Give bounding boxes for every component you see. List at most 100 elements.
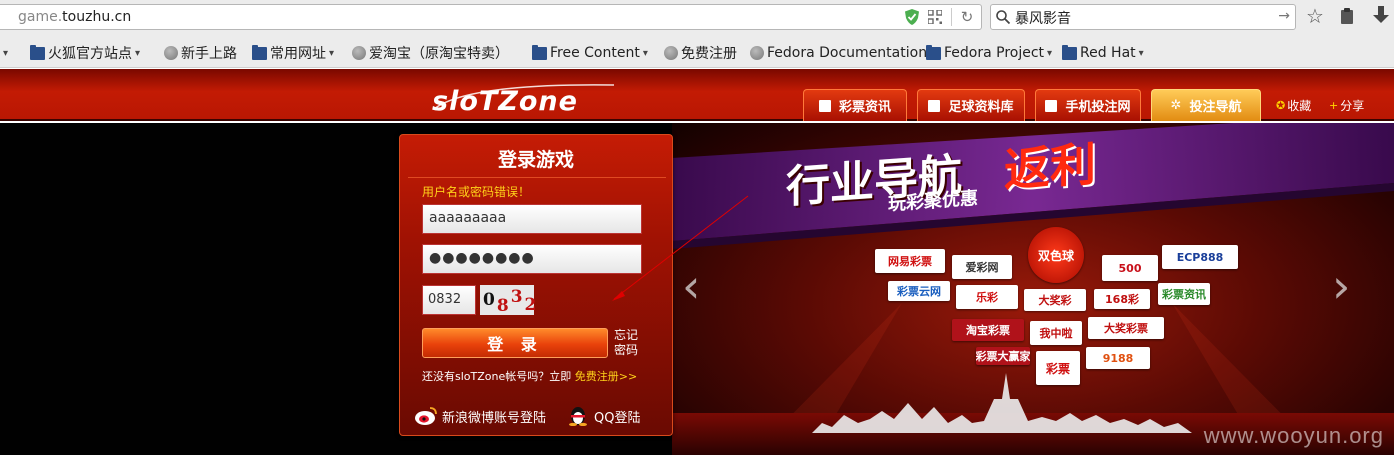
list-icon — [818, 99, 831, 112]
main-stage: 行业导航 返利 玩彩聚优惠 网易彩票 爱彩网 双色球 500 ECP888 彩票云网 乐彩大… — [0, 123, 1394, 455]
doc-icon — [928, 99, 941, 112]
partner-logo[interactable]: 彩票 — [1036, 351, 1080, 385]
qq-penguin-icon — [569, 407, 587, 426]
partner-logo[interactable]: 网易彩票 — [875, 249, 945, 273]
bookmark-item[interactable]: 常用网址 ▾ — [252, 44, 334, 62]
url-bar-separator — [951, 8, 952, 26]
banner-headline-accent: 返利 — [1004, 136, 1096, 198]
gear-icon: ✲ — [1170, 97, 1182, 113]
clipboard-icon[interactable] — [1340, 8, 1354, 24]
browser-toolbar: game.touzhu.cn ↻ 暴风影音 → ☆ — [0, 0, 1394, 36]
nav-tab[interactable]: 足球资料库 — [917, 89, 1025, 121]
download-icon[interactable] — [1373, 6, 1389, 26]
nav-tab[interactable]: ✲ 投注导航 — [1151, 89, 1261, 121]
partner-logo[interactable]: 彩票大赢家 — [976, 347, 1030, 365]
nav-tab-label: 足球资料库 — [948, 100, 1014, 115]
nav-tab[interactable]: 手机投注网 — [1035, 89, 1141, 121]
partner-logo[interactable]: 淘宝彩票 — [952, 319, 1024, 341]
globe-icon — [352, 46, 366, 60]
nav-tab[interactable]: 彩票资讯 — [803, 89, 907, 121]
search-icon — [996, 10, 1011, 25]
bookmark-item[interactable]: 新手上路 — [164, 44, 237, 62]
partner-logo[interactable]: 双色球 — [1028, 227, 1084, 283]
search-bar[interactable]: 暴风影音 → — [990, 4, 1296, 30]
folder-icon — [532, 44, 547, 60]
bookmark-star-icon[interactable]: ☆ — [1306, 5, 1328, 27]
weibo-login-link[interactable]: 新浪微博账号登陆 — [414, 406, 546, 426]
bookmark-label: 爱淘宝（原淘宝特卖） — [369, 46, 509, 62]
bookmark-item[interactable]: Free Content ▾ — [532, 44, 648, 62]
password-field[interactable]: ●●●●●●●● — [422, 244, 642, 274]
bookmark-item[interactable]: Fedora Documentation — [750, 44, 927, 62]
register-link[interactable]: 免费注册>> — [575, 370, 637, 383]
bookmark-item[interactable]: Red Hat ▾ — [1062, 44, 1144, 62]
bookmark-item[interactable]: 爱淘宝（原淘宝特卖） — [352, 44, 509, 62]
folder-icon — [1062, 44, 1077, 60]
captcha-char: 8 — [496, 296, 509, 316]
search-input[interactable]: 暴风影音 — [1015, 8, 1071, 28]
folder-icon — [926, 44, 941, 60]
chevron-down-icon: ▾ — [642, 47, 648, 59]
bookmark-label: 新手上路 — [181, 46, 237, 62]
site-header: sloTZone 彩票资讯 足球资料库 手机投注网 ✲ 投注导航 ✪ 收藏 + 分享 — [0, 69, 1394, 121]
chevron-down-icon: ▾ — [329, 47, 335, 59]
partner-logo[interactable]: 我中啦 — [1030, 321, 1082, 345]
banner-next-arrow[interactable]: › — [1332, 263, 1350, 309]
captcha-input[interactable]: 0832 — [422, 285, 476, 315]
folder-icon — [252, 44, 267, 60]
bookmark-item[interactable]: 免费注册 — [664, 44, 737, 62]
username-field[interactable]: aaaaaaaaa — [422, 204, 642, 234]
favorite-link[interactable]: ✪ 收藏 — [1276, 97, 1311, 114]
login-title: 登录游戏 — [497, 149, 574, 171]
partner-logo[interactable]: ECP888 — [1162, 245, 1238, 269]
login-error-message: 用户名或密码错误！ — [422, 185, 531, 199]
url-bar[interactable]: game.touzhu.cn ↻ — [0, 4, 982, 30]
banner-prev-arrow[interactable]: ‹ — [682, 263, 700, 309]
qq-login-link[interactable]: QQ登陆 — [566, 406, 640, 426]
weibo-icon — [415, 407, 437, 425]
promo-banner[interactable]: 行业导航 返利 玩彩聚优惠 网易彩票 爱彩网 双色球 500 ECP888 彩票云网 乐彩大… — [672, 123, 1394, 455]
partner-logo[interactable]: 9188 — [1086, 347, 1150, 369]
nav-tab-label: 手机投注网 — [1065, 100, 1131, 115]
bookmarks-overflow-caret[interactable]: ▾ — [0, 44, 8, 62]
partner-logo[interactable]: 彩票云网 — [888, 281, 950, 301]
forgot-password-link[interactable]: 忘记密码 — [614, 328, 644, 358]
partner-logo[interactable]: 168彩 — [1094, 289, 1150, 309]
phone-icon — [1045, 99, 1058, 112]
svg-text:sloTZone: sloTZone — [432, 86, 578, 115]
captcha-char: 3 — [510, 287, 523, 307]
chevron-down-icon: ▾ — [1138, 47, 1144, 59]
qr-code-icon[interactable] — [928, 10, 942, 24]
share-link[interactable]: + 分享 — [1329, 97, 1364, 114]
bookmark-label: Fedora Documentation — [767, 45, 928, 61]
partner-logo[interactable]: 大奖彩 — [1024, 289, 1086, 311]
slotzone-logo[interactable]: sloTZone — [428, 79, 620, 115]
partner-logo[interactable]: 乐彩 — [956, 285, 1018, 309]
shield-icon[interactable] — [905, 9, 919, 25]
partner-logo[interactable]: 大奖彩票 — [1088, 317, 1164, 339]
bookmark-label: Red Hat — [1080, 45, 1136, 61]
chevron-down-icon: ▾ — [1047, 47, 1053, 59]
bookmark-label: 火狐官方站点 — [48, 46, 132, 62]
nav-tab-label: 彩票资讯 — [838, 100, 891, 115]
partner-logo[interactable]: 爱彩网 — [952, 255, 1012, 279]
bookmarks-toolbar: ▾ 火狐官方站点 ▾ 新手上路 常用网址 ▾ 爱淘宝（原淘宝特卖） Free Content ▾… — [0, 36, 1394, 68]
partner-logo[interactable]: 彩票资讯 — [1158, 283, 1210, 305]
nav-tab-label: 投注导航 — [1189, 100, 1242, 115]
search-go-icon[interactable]: → — [1278, 8, 1290, 24]
reload-icon[interactable]: ↻ — [959, 8, 975, 26]
globe-icon — [750, 46, 764, 60]
login-divider — [408, 177, 666, 178]
bookmark-label: Fedora Project — [944, 45, 1045, 61]
partner-logo[interactable]: 500 — [1102, 255, 1158, 281]
globe-icon — [664, 46, 678, 60]
register-line: 还没有sloTZone帐号吗？立即 免费注册>> — [422, 370, 638, 383]
login-panel: 登录游戏 用户名或密码错误！ aaaaaaaaa ●●●●●●●● 0832 0… — [399, 134, 673, 436]
bookmark-item[interactable]: Fedora Project ▾ — [926, 44, 1052, 62]
bookmark-item[interactable]: 火狐官方站点 ▾ — [30, 44, 140, 62]
bookmark-label: 免费注册 — [681, 46, 737, 62]
captcha-char: 0 — [483, 290, 495, 310]
url-text[interactable]: game.touzhu.cn — [18, 9, 131, 25]
captcha-image[interactable]: 0832 — [480, 285, 536, 316]
login-button[interactable]: 登 录 — [422, 328, 608, 358]
